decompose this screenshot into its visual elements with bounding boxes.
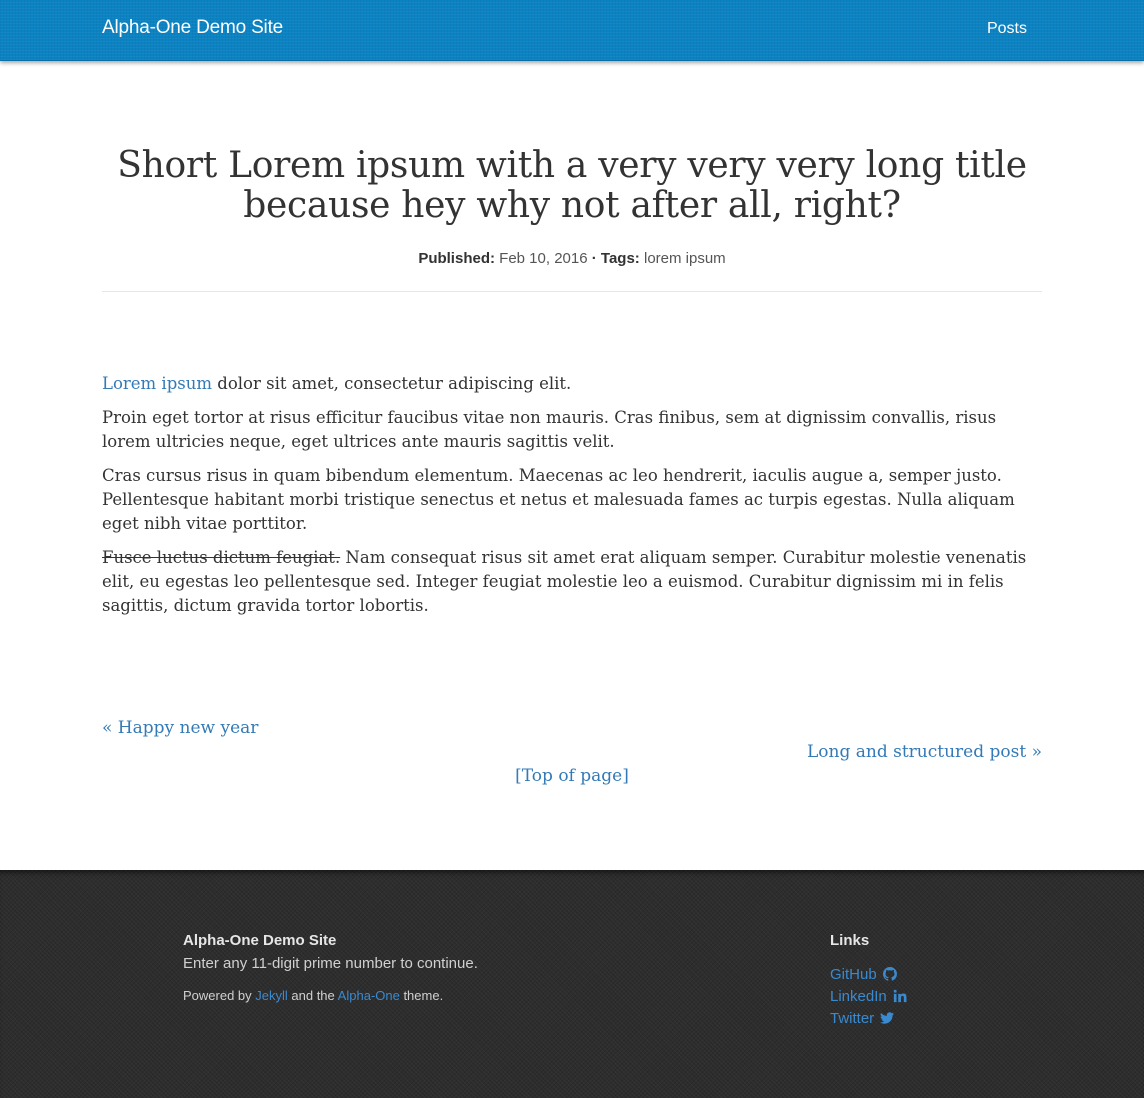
strikethrough-text: Fusce luctus dictum feugiat.	[102, 548, 341, 567]
powered-suffix: theme.	[399, 988, 444, 1003]
post-meta: Published: Feb 10, 2016 · Tags: lorem ip…	[102, 250, 1042, 267]
published-label: Published:	[418, 250, 495, 267]
paragraph-1-text: dolor sit amet, consectetur adipiscing e…	[212, 374, 572, 393]
twitter-link[interactable]: Twitter	[830, 1008, 907, 1030]
footer-links-heading: Links	[830, 932, 870, 949]
footer: Alpha-One Demo Site Enter any 11-digit p…	[0, 870, 1144, 1098]
linkedin-link[interactable]: LinkedIn	[830, 986, 907, 1008]
footer-powered-by: Powered by Jekyll and the Alpha-One them…	[183, 988, 443, 1003]
previous-post-link[interactable]: « Happy new year	[102, 718, 258, 738]
tags-label: Tags:	[600, 250, 640, 267]
post-body: Lorem ipsum dolor sit amet, consectetur …	[102, 372, 1042, 628]
header-divider	[102, 291, 1042, 292]
paragraph-4: Fusce luctus dictum feugiat. Nam consequ…	[102, 546, 1042, 618]
twitter-icon	[880, 1012, 895, 1024]
meta-separator: ·	[591, 250, 597, 267]
github-icon	[882, 967, 897, 981]
jekyll-link[interactable]: Jekyll	[255, 988, 288, 1003]
lorem-ipsum-link[interactable]: Lorem ipsum	[102, 374, 212, 393]
github-link-label: GitHub	[830, 966, 877, 983]
footer-tagline: Enter any 11-digit prime number to conti…	[183, 955, 478, 972]
top-of-page-link[interactable]: [Top of page]	[515, 766, 629, 786]
powered-middle: and the	[287, 988, 338, 1003]
linkedin-icon	[893, 989, 907, 1003]
github-link[interactable]: GitHub	[830, 964, 907, 986]
paragraph-1: Lorem ipsum dolor sit amet, consectetur …	[102, 372, 1042, 396]
paragraph-3: Cras cursus risus in quam bibendum eleme…	[102, 466, 1015, 533]
top-of-page: [Top of page]	[0, 766, 1144, 786]
powered-prefix: Powered by	[183, 988, 256, 1003]
next-post-link[interactable]: Long and structured post »	[807, 742, 1042, 762]
footer-site-name: Alpha-One Demo Site	[183, 932, 337, 949]
paragraph-2: Proin eget tortor at risus efficitur fau…	[102, 408, 997, 451]
post-title: Short Lorem ipsum with a very very very …	[117, 145, 1027, 226]
footer-links: GitHub LinkedIn Twitter	[830, 964, 907, 1030]
tags-value: lorem ipsum	[643, 250, 726, 267]
nav-link-posts[interactable]: Posts	[987, 20, 1027, 38]
alpha-one-link[interactable]: Alpha-One	[338, 988, 400, 1003]
published-date: Feb 10, 2016	[499, 250, 588, 267]
twitter-link-label: Twitter	[830, 1010, 875, 1027]
linkedin-link-label: LinkedIn	[830, 988, 887, 1005]
navbar: Alpha-One Demo Site Posts	[0, 0, 1144, 61]
site-brand-link[interactable]: Alpha-One Demo Site	[102, 17, 283, 39]
